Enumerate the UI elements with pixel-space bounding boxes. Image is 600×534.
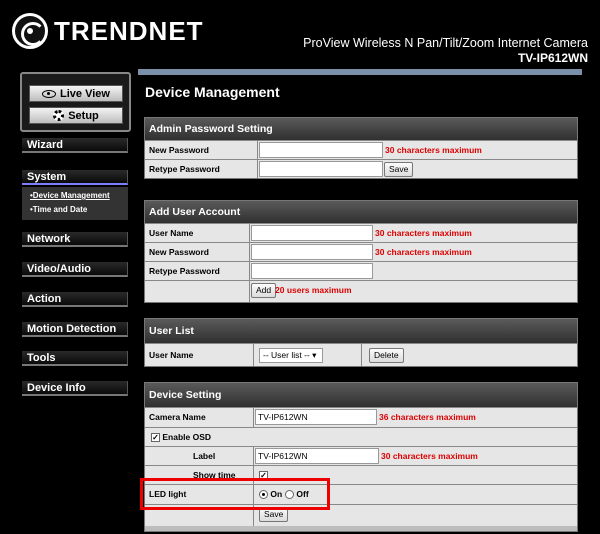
admin-password-heading: Admin Password Setting [145, 118, 577, 140]
sidebar-item-action[interactable]: Action [22, 292, 128, 307]
enable-osd-label: Enable OSD [162, 432, 212, 442]
add-user-button-row: Add 20 users maximum [145, 280, 577, 302]
sidebar-item-video-audio[interactable]: Video/Audio [22, 262, 128, 277]
enable-osd-checkbox[interactable]: ✓ [151, 433, 160, 443]
retype-password-label: Retype Password [149, 164, 220, 174]
divider [257, 141, 258, 159]
new-password-label: New Password [149, 247, 209, 257]
enable-osd-row: ✓ Enable OSD [145, 427, 577, 446]
sidebar-item-motion-detection[interactable]: Motion Detection [22, 322, 128, 337]
sidebar: Live View Setup Wizard System •Device Ma… [18, 66, 133, 534]
sidebar-item-system[interactable]: System [22, 170, 128, 185]
enable-osd-option: ✓ Enable OSD [151, 428, 211, 447]
toolbox: Live View Setup [20, 72, 131, 132]
osd-label-input[interactable]: TV-IP612WN [255, 448, 379, 464]
sidebar-item-wizard[interactable]: Wizard [22, 138, 128, 153]
user-list-heading: User List [145, 319, 577, 343]
divider [253, 344, 254, 366]
new-password-label: New Password [149, 145, 209, 155]
sidebar-item-network[interactable]: Network [22, 232, 128, 247]
divider [361, 344, 362, 366]
divider [249, 224, 250, 242]
user-list-select[interactable]: -- User list -- ▾ [259, 348, 323, 363]
user-name-hint: 30 characters maximum [375, 228, 472, 238]
admin-password-section: Admin Password Setting New Password 30 c… [144, 117, 578, 179]
submenu-time-and-date[interactable]: •Time and Date [22, 203, 128, 217]
main-content: Device Management Admin Password Setting… [138, 66, 582, 534]
osd-label-row: Label TV-IP612WN 30 characters maximum [145, 446, 577, 465]
add-user-retype-row: Retype Password [145, 261, 577, 280]
add-user-hint: 20 users maximum [275, 285, 352, 295]
camera-name-hint: 36 characters maximum [379, 412, 476, 422]
camera-name-row: Camera Name TV-IP612WN 36 characters max… [145, 407, 577, 427]
trendnet-logo-icon [12, 13, 48, 49]
system-submenu: •Device Management •Time and Date [22, 187, 128, 220]
page-title: Device Management [145, 84, 280, 100]
password-hint: 30 characters maximum [375, 247, 472, 257]
setup-label: Setup [68, 109, 99, 122]
add-user-name-row: User Name 30 characters maximum [145, 223, 577, 242]
admin-new-password-input[interactable] [259, 142, 383, 158]
admin-save-button[interactable]: Save [384, 162, 414, 177]
brand-name: TRENDNET [54, 15, 204, 46]
device-setting-heading: Device Setting [145, 383, 577, 407]
live-view-label: Live View [60, 87, 110, 100]
admin-retype-password-input[interactable] [259, 161, 383, 177]
add-user-password-input[interactable] [251, 244, 373, 260]
add-user-section: Add User Account User Name 30 characters… [144, 200, 578, 303]
new-password-row: New Password 30 characters maximum [145, 140, 577, 159]
submenu-device-management[interactable]: •Device Management [22, 189, 128, 203]
divider [249, 262, 250, 280]
osd-label-hint: 30 characters maximum [381, 451, 478, 461]
led-highlight-box [140, 478, 330, 510]
add-user-retype-input[interactable] [251, 263, 373, 279]
divider [257, 160, 258, 178]
live-view-button[interactable]: Live View [29, 85, 123, 102]
add-user-name-input[interactable] [251, 225, 373, 241]
user-name-label: User Name [149, 228, 194, 238]
user-list-select-value: -- User list -- [263, 350, 310, 360]
main-topbar [138, 69, 582, 75]
delete-user-button[interactable]: Delete [369, 348, 404, 363]
gear-icon [53, 110, 65, 121]
sidebar-item-device-info[interactable]: Device Info [22, 381, 128, 396]
divider [249, 243, 250, 261]
camera-name-label: Camera Name [149, 412, 206, 422]
user-name-label: User Name [149, 350, 194, 360]
product-title: ProView Wireless N Pan/Tilt/Zoom Interne… [303, 36, 588, 50]
user-list-section: User List User Name -- User list -- ▾ De… [144, 318, 578, 367]
header: TRENDNET ProView Wireless N Pan/Tilt/Zoo… [0, 0, 600, 66]
eye-icon [42, 89, 57, 98]
label-label: Label [193, 451, 216, 461]
add-user-heading: Add User Account [145, 201, 577, 223]
admin-password-hint: 30 characters maximum [385, 145, 482, 155]
camera-name-input[interactable]: TV-IP612WN [255, 409, 377, 425]
product-model: TV-IP612WN [517, 51, 588, 65]
setup-button[interactable]: Setup [29, 107, 123, 124]
trendnet-logo: TRENDNET [12, 12, 204, 50]
divider [253, 408, 254, 427]
retype-password-label: Retype Password [149, 266, 220, 276]
sidebar-item-tools[interactable]: Tools [22, 351, 128, 366]
add-user-password-row: New Password 30 characters maximum [145, 242, 577, 261]
user-list-row: User Name -- User list -- ▾ Delete [145, 343, 577, 366]
divider [249, 281, 250, 302]
divider [253, 447, 254, 465]
retype-password-row: Retype Password Save [145, 159, 577, 178]
add-user-button[interactable]: Add [251, 283, 277, 298]
